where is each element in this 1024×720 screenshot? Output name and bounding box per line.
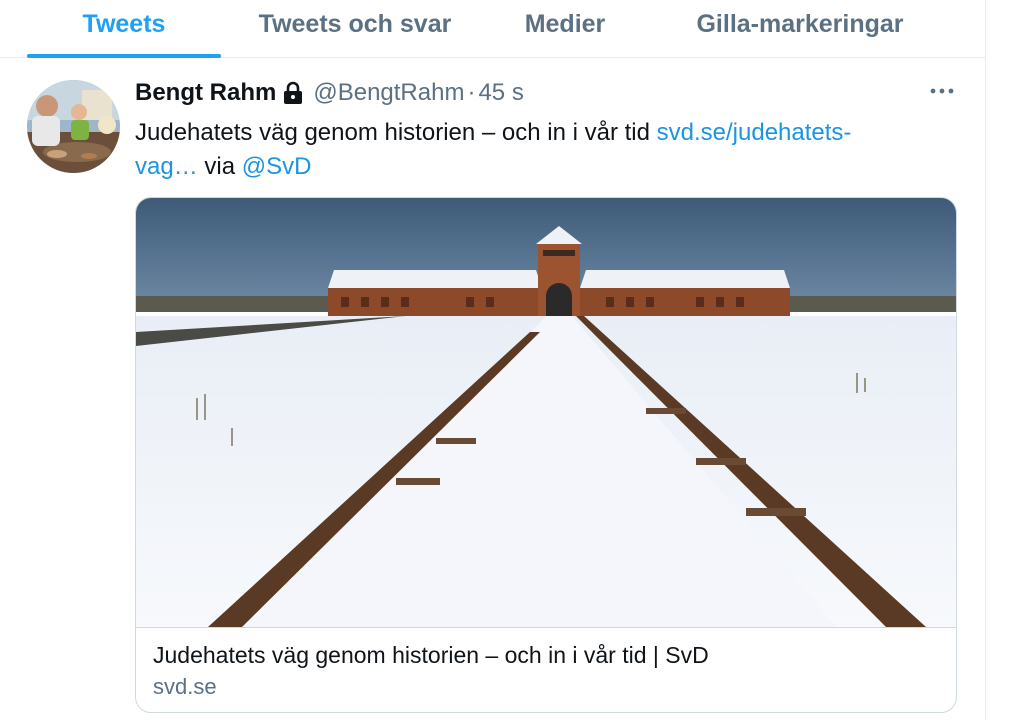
tab-media[interactable]: Medier — [500, 0, 630, 58]
tweet-via-text: via — [197, 153, 242, 180]
tweet-link-part2: vag… — [135, 153, 198, 180]
tab-tweets-label: Tweets — [82, 10, 166, 38]
separator-dot: · — [467, 79, 476, 106]
tweet-text-main: Judehatets väg genom historien – och in … — [135, 119, 657, 146]
card-image — [136, 198, 956, 627]
tab-tweets-and-replies-label: Tweets och svar — [258, 10, 452, 38]
profile-tabs: Tweets Tweets och svar Medier Gilla-mark… — [0, 0, 985, 58]
railway-photo — [136, 198, 956, 627]
tweet[interactable]: Bengt Rahm @BengtRahm · 45 s Judehatets … — [0, 58, 985, 720]
tab-tweets[interactable]: Tweets — [27, 0, 221, 58]
tweet-timestamp[interactable]: 45 s — [478, 79, 523, 107]
lock-icon — [282, 81, 304, 105]
avatar-photo — [27, 80, 120, 173]
tweet-text: Judehatets väg genom historien – och in … — [135, 116, 935, 184]
tab-media-label: Medier — [524, 10, 606, 38]
timeline-column-border — [985, 0, 986, 720]
link-preview-card[interactable]: Judehatets väg genom historien – och in … — [135, 197, 957, 713]
tab-likes-label: Gilla-markeringar — [696, 10, 904, 38]
card-title: Judehatets väg genom historien – och in … — [153, 642, 709, 668]
more-horizontal-icon[interactable] — [928, 83, 956, 99]
card-domain: svd.se — [153, 674, 217, 699]
author-handle[interactable]: @BengtRahm — [313, 79, 464, 107]
tab-tweets-and-replies[interactable]: Tweets och svar — [240, 0, 470, 58]
tweet-header: Bengt Rahm @BengtRahm · 45 s — [135, 77, 524, 109]
avatar[interactable] — [27, 80, 120, 173]
card-meta: Judehatets väg genom historien – och in … — [136, 627, 956, 712]
tweet-link-part1: svd.se/judehatets- — [656, 119, 852, 146]
tab-likes[interactable]: Gilla-markeringar — [680, 0, 920, 58]
mention-link[interactable]: @SvD — [242, 153, 312, 180]
author-name[interactable]: Bengt Rahm — [135, 79, 276, 107]
